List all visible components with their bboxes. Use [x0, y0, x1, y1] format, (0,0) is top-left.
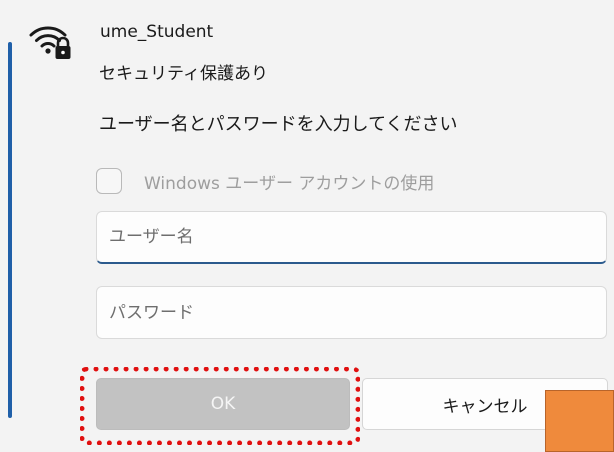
wifi-network-panel: ume_Student セキュリティ保護あり ユーザー名とパスワードを入力してく…: [0, 0, 614, 452]
use-windows-account-checkbox[interactable]: [96, 168, 122, 194]
orange-marker: [545, 390, 614, 452]
credentials-instruction: ユーザー名とパスワードを入力してください: [99, 114, 458, 135]
use-windows-account-label: Windows ユーザー アカウントの使用: [144, 173, 435, 194]
security-status: セキュリティ保護あり: [99, 64, 268, 84]
wifi-secured-icon: [28, 22, 72, 62]
network-name: ume_Student: [100, 22, 214, 42]
ok-button[interactable]: OK: [96, 378, 350, 430]
selected-network-indicator: [8, 42, 12, 418]
use-windows-account-option[interactable]: Windows ユーザー アカウントの使用: [96, 166, 434, 196]
password-field[interactable]: [96, 286, 607, 339]
username-field[interactable]: [96, 211, 607, 264]
